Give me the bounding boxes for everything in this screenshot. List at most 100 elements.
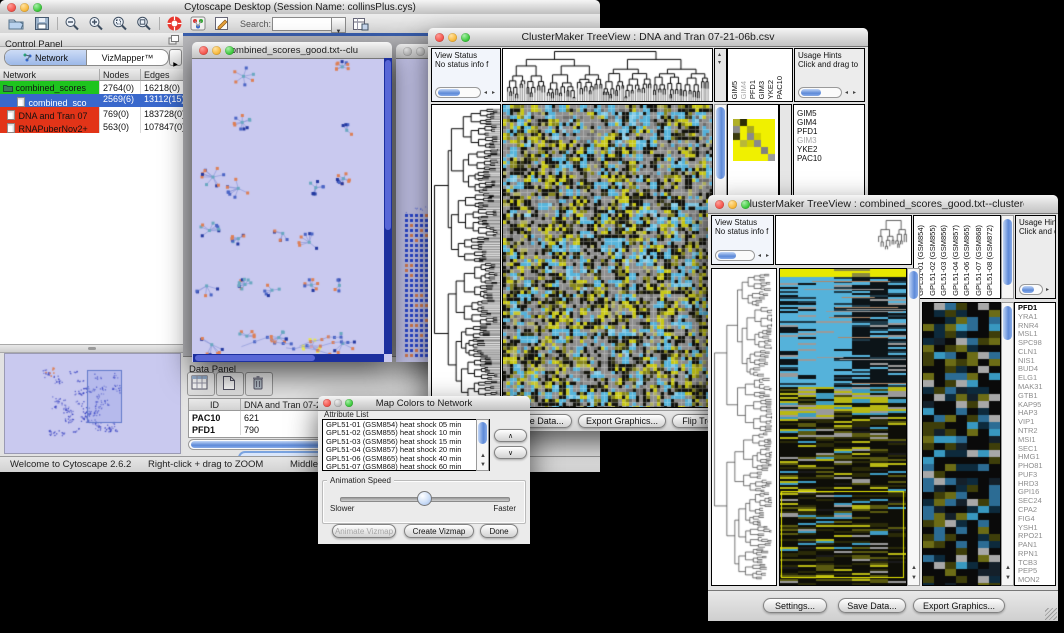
gene-label[interactable]: GIM4 — [794, 118, 864, 127]
scrollbar-thumb[interactable] — [716, 107, 725, 179]
row-dendrogram-1[interactable] — [431, 104, 501, 408]
move-up-button[interactable]: ∧ — [494, 429, 527, 442]
gene-label[interactable]: GIM5 — [794, 109, 864, 118]
tab-overflow-button[interactable]: ▶ — [169, 49, 182, 66]
select-attributes-button[interactable] — [187, 372, 215, 396]
scroll-down-icon[interactable]: ▼ — [1005, 575, 1011, 581]
close-icon[interactable] — [435, 33, 444, 42]
scroll-up-icon[interactable]: ▲ — [1005, 565, 1011, 571]
search-input[interactable] — [272, 17, 332, 31]
column-dendrogram-2[interactable] — [775, 215, 912, 265]
network-row[interactable]: DNA and Tran 07 769(0) 183728(0) — [0, 107, 183, 120]
scroll-down-icon[interactable]: ▾ — [718, 60, 721, 66]
vizmapper-icon[interactable] — [190, 16, 206, 31]
scrollbar-thumb[interactable] — [801, 89, 821, 96]
heatmap-canvas[interactable] — [780, 269, 906, 585]
close-icon[interactable] — [715, 200, 724, 209]
zoom-icon[interactable] — [741, 200, 750, 209]
save-data-button[interactable]: Save Data... — [838, 598, 906, 613]
close-icon[interactable] — [403, 47, 412, 56]
cytoscape-titlebar[interactable]: Cytoscape Desktop (Session Name: collins… — [0, 0, 600, 15]
network-overview-thumbnail[interactable] — [4, 353, 181, 454]
scrollbar-thumb[interactable] — [438, 89, 460, 96]
dendrogram-vscroll-strip[interactable]: ▴ ▾ — [714, 48, 727, 102]
zoom-icon[interactable] — [33, 3, 42, 12]
column-header-nodes[interactable]: Nodes — [100, 69, 141, 81]
global-heatmap-1[interactable] — [502, 104, 713, 408]
scrollbar-thumb[interactable] — [1022, 286, 1034, 293]
scroll-right-icon[interactable]: ▸ — [766, 253, 769, 259]
column-dendrogram-canvas[interactable] — [503, 49, 712, 101]
table-cell-id[interactable]: PFD1 — [189, 423, 241, 435]
scroll-left-icon[interactable]: ◂ — [758, 253, 761, 259]
row-dendrogram-canvas[interactable] — [432, 105, 500, 407]
row-dendrogram-canvas[interactable] — [712, 269, 776, 585]
scroll-right-icon[interactable]: ▸ — [492, 90, 495, 96]
open-file-icon[interactable] — [8, 16, 24, 31]
zoom-icon[interactable] — [225, 46, 234, 55]
minimize-icon[interactable] — [416, 47, 425, 56]
network-row-selected[interactable]: combined_sco 2569(6) 13112(15) — [0, 94, 183, 107]
network-row[interactable]: RNAPuberNov2+ 563(0) 107847(0) — [0, 120, 183, 133]
zoom-view-panel-2[interactable] — [922, 302, 1001, 586]
zoom-vscrollbar[interactable]: ▲ ▼ — [1001, 302, 1014, 586]
scroll-down-icon[interactable]: ▼ — [480, 462, 486, 468]
zoom-selected-icon[interactable] — [112, 16, 129, 31]
scroll-down-icon[interactable]: ▼ — [911, 575, 917, 581]
scrollbar-thumb[interactable] — [909, 271, 918, 299]
resize-grip[interactable] — [1045, 608, 1057, 620]
network-canvas[interactable] — [193, 58, 384, 354]
create-vizmap-button[interactable]: Create Vizmap — [404, 524, 474, 538]
table-cell-id[interactable]: PAC10 — [189, 411, 241, 423]
settings-button[interactable]: Settings... — [763, 598, 827, 613]
usage-hscrollbar[interactable] — [1019, 284, 1043, 295]
usage-hscrollbar[interactable] — [798, 87, 842, 98]
network-vscrollbar[interactable] — [384, 58, 392, 354]
float-panel-icon[interactable] — [168, 35, 179, 45]
gene-label[interactable]: MON2 — [1015, 576, 1055, 585]
column-header-network[interactable]: Network — [0, 69, 100, 81]
scroll-up-icon[interactable]: ▲ — [911, 565, 917, 571]
attribute-item[interactable]: GPL51-07 (GSM868) heat shock 60 min — [323, 463, 489, 471]
zoom-icon[interactable] — [345, 399, 353, 407]
status-hscrollbar[interactable] — [435, 87, 481, 98]
minimize-icon[interactable] — [334, 399, 342, 407]
scroll-right-icon[interactable]: ▸ — [1046, 287, 1049, 293]
scroll-left-icon[interactable]: ◂ — [845, 90, 848, 96]
column-header-edges[interactable]: Edges — [141, 69, 183, 81]
search-dropdown-button[interactable]: ▼ — [331, 17, 346, 33]
network-hscrollbar[interactable] — [193, 354, 384, 362]
attribute-list-vscrollbar[interactable]: ▲ ▼ — [476, 419, 489, 471]
zoom-fit-icon[interactable] — [136, 16, 153, 31]
column-dendrogram-1[interactable] — [502, 48, 713, 102]
done-button[interactable]: Done — [480, 524, 518, 538]
column-header-id[interactable]: ID — [189, 399, 241, 411]
minimize-icon[interactable] — [448, 33, 457, 42]
help-lifering-icon[interactable] — [166, 15, 183, 32]
annotation-icon[interactable] — [214, 16, 230, 31]
scroll-right-icon[interactable]: ▸ — [853, 90, 856, 96]
close-icon[interactable] — [199, 46, 208, 55]
zoom-out-icon[interactable] — [64, 16, 81, 31]
save-icon[interactable] — [34, 16, 50, 31]
zoom-icon[interactable] — [461, 33, 470, 42]
delete-attribute-button[interactable] — [245, 372, 273, 396]
scrollbar-thumb[interactable] — [478, 422, 487, 444]
close-icon[interactable] — [323, 399, 331, 407]
scrollbar-thumb[interactable] — [1003, 306, 1012, 340]
new-attribute-button[interactable] — [216, 372, 244, 396]
navigator-divider[interactable] — [0, 344, 183, 353]
minimize-icon[interactable] — [728, 200, 737, 209]
gene-label[interactable]: PAC10 — [794, 154, 864, 163]
heatmap-canvas[interactable] — [503, 105, 712, 407]
gene-label[interactable]: GIM3 — [794, 136, 864, 145]
scrollbar-thumb[interactable] — [195, 355, 315, 361]
export-graphics-button[interactable]: Export Graphics... — [913, 598, 1005, 613]
column-dendrogram-canvas[interactable] — [776, 216, 911, 264]
move-down-button[interactable]: ∨ — [494, 446, 527, 459]
gene-label[interactable]: PFD1 — [794, 127, 864, 136]
zoom-heatmap-canvas[interactable] — [733, 119, 775, 161]
tab-vizmapper[interactable]: VizMapper™ — [87, 50, 168, 65]
overview-canvas[interactable] — [5, 354, 180, 453]
export-graphics-button[interactable]: Export Graphics... — [578, 414, 666, 428]
